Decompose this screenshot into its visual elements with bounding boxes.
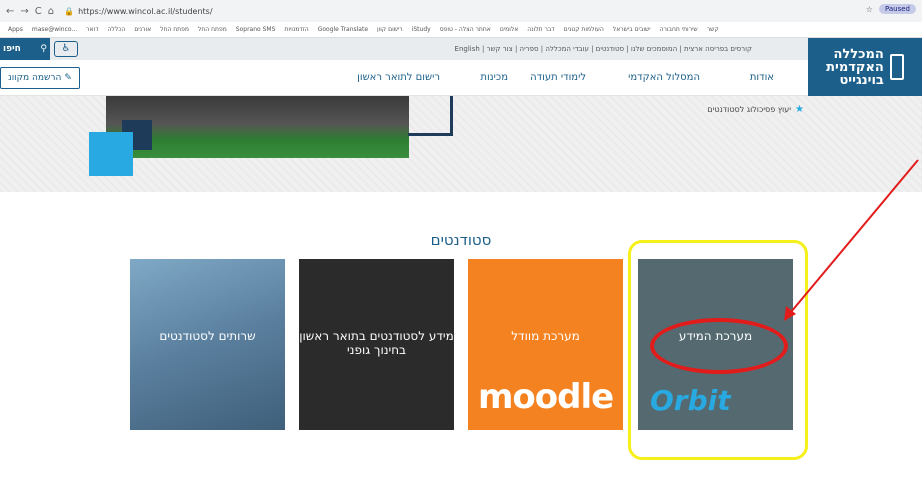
- forward-icon[interactable]: →: [20, 6, 28, 17]
- logo-line: האקדמית: [826, 59, 884, 75]
- bookmark-item[interactable]: דואר: [86, 26, 98, 33]
- logo-line: המכללה: [833, 46, 884, 62]
- psychologist-link[interactable]: יעוץ פסיכולוג לסטודנטים ★: [707, 104, 804, 115]
- accessibility-icon[interactable]: ♿: [54, 41, 78, 57]
- bookmark-item[interactable]: שירותי תחבורה: [660, 26, 698, 33]
- tile-pe-students-info[interactable]: מידע לסטודנטים בתואר ראשון בחינוך גופני: [299, 259, 454, 430]
- bookmark-item[interactable]: ישובים בישראל: [613, 26, 651, 33]
- star-icon[interactable]: ☆: [866, 5, 873, 14]
- nav-academic-track[interactable]: המסלול האקדמי: [628, 72, 700, 83]
- url-text: https://www.wincol.ac.il/students/: [78, 6, 213, 16]
- tile-moodle[interactable]: מערכת מוודל moodle: [468, 259, 623, 430]
- bookmark-item[interactable]: Google Translate: [318, 26, 368, 33]
- site-topbar: חיפו ⚲ ♿ English | קורסים בפריסה ארצית |…: [0, 38, 922, 60]
- pencil-icon: ✎: [64, 73, 72, 83]
- bookmark-item[interactable]: העולמות קטנים: [564, 26, 604, 33]
- address-bar[interactable]: 🔒 https://www.wincol.ac.il/students/: [64, 7, 212, 16]
- nav-certificate-studies[interactable]: לימודי תעודה: [530, 72, 586, 83]
- bookmark-item[interactable]: Apps: [8, 26, 23, 33]
- home-icon[interactable]: ⌂: [48, 6, 54, 17]
- bookmark-item[interactable]: קשר: [707, 26, 719, 33]
- search-button[interactable]: חיפו ⚲: [0, 38, 50, 60]
- lock-icon: 🔒: [64, 6, 75, 16]
- tile-label: שרותים לסטודנטים: [159, 329, 256, 343]
- main-nav: הרשמה מקוונ ✎ אודות המסלול האקדמי לימודי…: [0, 60, 808, 96]
- bookmark-item[interactable]: iStudy: [412, 26, 431, 33]
- search-icon: ⚲: [40, 44, 47, 54]
- decor-square-light: [89, 132, 133, 176]
- bookmark-item[interactable]: מפתח החל: [160, 26, 189, 33]
- bookmark-item[interactable]: מפתח החל: [198, 26, 227, 33]
- tile-label: מידע לסטודנטים בתואר ראשון בחינוך גופני: [299, 329, 454, 357]
- back-icon[interactable]: ←: [6, 6, 14, 17]
- search-label: חיפו: [3, 44, 21, 54]
- tile-label: מערכת מוודל: [511, 329, 580, 343]
- photo-frame-decoration: [408, 96, 453, 136]
- college-logo[interactable]: המכללה האקדמית בוינגייט: [808, 38, 922, 96]
- bookmark-item[interactable]: רישום קוון: [377, 26, 403, 33]
- register-label: הרשמה מקוונ: [8, 73, 62, 83]
- reload-icon[interactable]: C: [35, 6, 42, 17]
- bookmark-item[interactable]: אחתר הצלה - טופס: [440, 26, 491, 33]
- logo-text: המכללה האקדמית בוינגייט: [826, 48, 884, 87]
- bookmark-item[interactable]: הכללה: [107, 26, 125, 33]
- psych-link-label: יעוץ פסיכולוג לסטודנטים: [707, 105, 792, 114]
- top-links[interactable]: English | קורסים בפריסה ארצית | המוסמכים…: [455, 45, 752, 53]
- bookmarks-bar: Apps mase@winco... דואר הכללה אורנים מפתח החל…: [0, 22, 922, 38]
- bookmark-item[interactable]: הזדמנויות: [284, 26, 308, 33]
- browser-nav: ← → C ⌂: [0, 6, 54, 17]
- nav-preparatory[interactable]: מכינות: [480, 72, 508, 83]
- logo-line: בוינגייט: [839, 72, 884, 88]
- nav-about[interactable]: אודות: [750, 72, 774, 83]
- profile-badge[interactable]: Paused: [878, 4, 916, 14]
- bookmark-item[interactable]: דבר תלונה: [527, 26, 554, 33]
- logo-mark-icon: [889, 54, 904, 80]
- bookmark-item[interactable]: mase@winco...: [32, 26, 77, 33]
- online-registration-button[interactable]: הרשמה מקוונ ✎: [0, 67, 80, 89]
- bookmark-item[interactable]: אורנים: [134, 26, 151, 33]
- bookmark-item[interactable]: Soprano SMS: [236, 26, 276, 33]
- nav-bachelor-registration[interactable]: רישום לתואר ראשון: [357, 72, 440, 83]
- tile-student-services[interactable]: שרותים לסטודנטים: [130, 259, 285, 430]
- browser-toolbar: ← → C ⌂ 🔒 https://www.wincol.ac.il/stude…: [0, 0, 922, 22]
- bookmark-item[interactable]: אלומים: [500, 26, 518, 33]
- moodle-logo: moodle: [478, 377, 614, 417]
- red-circle-annotation: [650, 318, 788, 374]
- star-icon: ★: [795, 104, 804, 115]
